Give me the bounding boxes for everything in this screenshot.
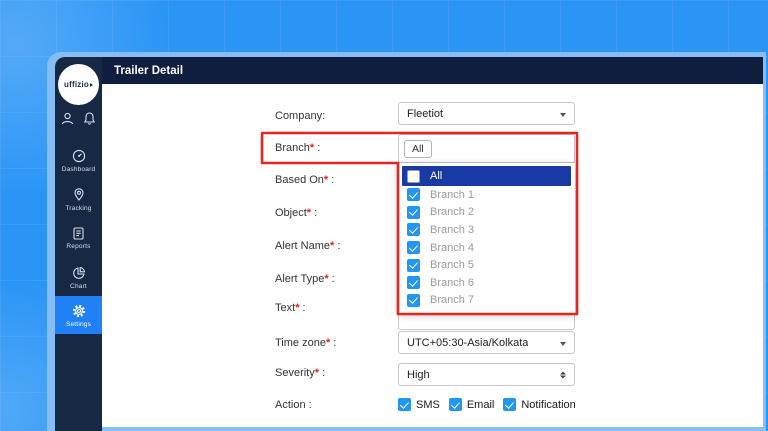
dropdown-option-branch[interactable]: Branch 4	[402, 239, 571, 257]
bell-icon[interactable]	[82, 111, 97, 126]
sidebar-top-icons	[55, 111, 102, 126]
reports-icon	[71, 226, 86, 241]
checkbox-checked-icon[interactable]	[407, 259, 420, 272]
field-label-timezone: Time zone* :	[275, 337, 336, 349]
chevron-down-icon	[560, 113, 566, 117]
field-label-text: Text* :	[275, 302, 306, 314]
action-checkbox-email[interactable]: Email	[449, 398, 495, 411]
dropdown-option-branch[interactable]: Branch 3	[402, 221, 571, 239]
logo-text: uffizio	[64, 80, 89, 89]
branch-multiselect[interactable]: All	[398, 134, 575, 163]
action-checkbox-sms[interactable]: SMS	[398, 398, 440, 411]
dropdown-option-branch[interactable]: Branch 5	[402, 256, 571, 274]
tracking-pin-icon	[71, 187, 87, 203]
sidebar-item-label: Tracking	[65, 205, 91, 212]
field-label-company: Company:	[275, 110, 325, 122]
titlebar: Trailer Detail	[102, 57, 763, 84]
checkbox-checked-icon[interactable]	[407, 223, 420, 236]
action-checkbox-group: SMS Email Notification	[398, 398, 576, 411]
field-label-severity: Severity* :	[275, 367, 325, 379]
sidebar-item-chart[interactable]: Chart	[55, 260, 102, 294]
field-label-alert-name: Alert Name* :	[275, 240, 340, 252]
sidebar-item-label: Chart	[70, 283, 87, 290]
sidebar-item-dashboard[interactable]: Dashboard	[55, 143, 102, 177]
checkbox-checked-icon[interactable]	[503, 398, 516, 411]
sidebar-item-tracking[interactable]: Tracking	[55, 182, 102, 216]
company-select[interactable]: Fleetiot	[398, 102, 575, 125]
page-title: Trailer Detail	[102, 65, 183, 77]
checkbox-unchecked-icon[interactable]	[407, 170, 420, 183]
dropdown-option-branch[interactable]: Branch 6	[402, 274, 571, 292]
user-icon[interactable]	[60, 111, 75, 126]
field-label-action: Action :	[275, 399, 312, 411]
sidebar-item-label: Settings	[66, 321, 91, 328]
app-window-inner: uffizio	[55, 57, 763, 431]
page-background: uffizio	[0, 0, 768, 431]
logo-arrow-icon	[90, 83, 93, 87]
chevron-down-icon	[560, 342, 566, 346]
sidebar-item-reports[interactable]: Reports	[55, 221, 102, 255]
severity-select-value: High	[399, 369, 430, 381]
action-checkbox-notification[interactable]: Notification	[503, 398, 575, 411]
logo[interactable]: uffizio	[58, 64, 99, 105]
checkbox-checked-icon[interactable]	[449, 398, 462, 411]
sidebar-item-label: Dashboard	[62, 166, 96, 173]
checkbox-checked-icon[interactable]	[407, 241, 420, 254]
field-label-alert-type: Alert Type* :	[275, 273, 335, 285]
sidebar-item-settings[interactable]: Settings	[55, 296, 102, 334]
main-panel: Trailer Detail Company: Branch* : Based …	[102, 57, 763, 427]
branch-selected-chip[interactable]: All	[404, 140, 432, 158]
sidebar: uffizio	[55, 57, 102, 431]
field-label-branch: Branch* :	[275, 142, 320, 154]
branch-dropdown-panel: All Branch 1 Branch 2 Branch 3	[398, 163, 575, 313]
chart-pie-icon	[71, 265, 87, 281]
dropdown-option-all[interactable]: All	[402, 166, 571, 186]
sidebar-item-label: Reports	[66, 243, 90, 250]
company-select-value: Fleetiot	[399, 108, 443, 120]
checkbox-checked-icon[interactable]	[407, 294, 420, 307]
field-label-object: Object* :	[275, 207, 317, 219]
checkbox-checked-icon[interactable]	[407, 206, 420, 219]
dropdown-option-branch[interactable]: Branch 2	[402, 204, 571, 222]
field-label-based-on: Based On* :	[275, 174, 334, 186]
checkbox-checked-icon[interactable]	[398, 398, 411, 411]
dropdown-option-branch[interactable]: Branch 1	[402, 186, 571, 204]
settings-gear-icon	[71, 303, 87, 319]
updown-spinner-icon	[560, 371, 566, 378]
severity-select[interactable]: High	[398, 363, 575, 386]
checkbox-checked-icon[interactable]	[407, 188, 420, 201]
app-window: uffizio	[47, 52, 766, 431]
timezone-select[interactable]: UTC+05:30-Asia/Kolkata	[398, 331, 575, 354]
timezone-select-value: UTC+05:30-Asia/Kolkata	[399, 337, 528, 349]
dropdown-option-branch[interactable]: Branch 7	[402, 291, 571, 309]
checkbox-checked-icon[interactable]	[407, 276, 420, 289]
dashboard-icon	[71, 148, 87, 164]
form-content: Company: Branch* : Based On* : Object* :…	[102, 84, 763, 427]
